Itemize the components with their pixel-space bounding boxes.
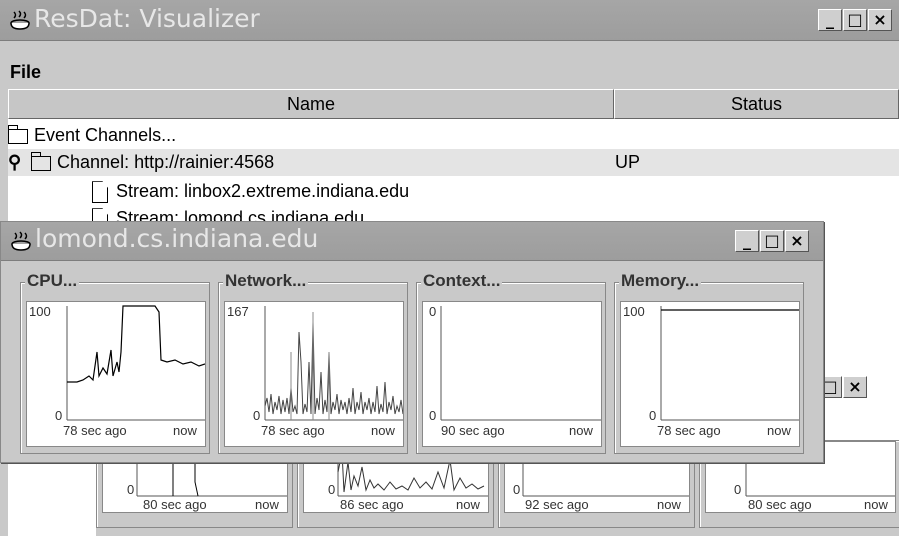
y-min-label: 0 <box>253 408 261 423</box>
context-chart: 0 0 90 sec ago now <box>422 301 602 447</box>
tree-row-stream[interactable]: Stream: linbox2.extreme.indiana.edu <box>8 178 899 205</box>
main-window-title: ResDat: Visualizer <box>34 4 260 33</box>
menu-bar: File <box>0 57 899 89</box>
tree-row-label: Event Channels... <box>34 125 177 145</box>
x-left-label: 90 sec ago <box>441 423 505 438</box>
key-icon: ⚲ <box>8 152 22 172</box>
y-max-label: 0 <box>429 304 437 319</box>
y-min-label: 0 <box>649 408 657 423</box>
x-left-label: 86 sec ago <box>340 497 404 512</box>
stream-monitor-window: lomond.cs.indiana.edu _ □ × CPU... 100 0… <box>0 221 824 463</box>
panel-title: Network... <box>223 271 309 291</box>
x-left-label: 78 sec ago <box>261 423 325 438</box>
y-min-label: 0 <box>127 482 135 497</box>
x-right-label: now <box>767 423 791 438</box>
maximize-button[interactable]: □ <box>760 230 784 252</box>
minimize-button[interactable]: _ <box>818 9 842 31</box>
y-max-label: 100 <box>29 304 51 319</box>
x-left-label: 80 sec ago <box>143 497 207 512</box>
close-button[interactable]: × <box>843 376 867 398</box>
tree-row-event-channels[interactable]: Event Channels... <box>7 122 899 149</box>
close-button[interactable]: × <box>785 230 809 252</box>
close-button[interactable]: × <box>868 9 892 31</box>
y-min-label: 0 <box>513 482 521 497</box>
memory-chart: 100 0 78 sec ago now <box>620 301 800 447</box>
main-title-bar[interactable]: ResDat: Visualizer _ □ × <box>0 0 899 41</box>
cpu-chart: 100 0 78 sec ago now <box>26 301 206 447</box>
y-min-label: 0 <box>429 408 437 423</box>
x-right-label: now <box>255 497 279 512</box>
tree-row-channel[interactable]: ⚲ Channel: http://rainier:4568 UP <box>8 149 899 176</box>
folder-icon <box>30 151 52 171</box>
java-cup-icon <box>10 10 30 30</box>
menu-file[interactable]: File <box>10 62 41 83</box>
x-left-label: 78 sec ago <box>63 423 127 438</box>
minimize-button[interactable]: _ <box>735 230 759 252</box>
folder-icon <box>7 124 28 144</box>
x-right-label: now <box>456 497 480 512</box>
maximize-button[interactable]: □ <box>843 9 867 31</box>
x-right-label: now <box>569 423 593 438</box>
status-value: UP <box>615 152 641 172</box>
column-header-status[interactable]: Status <box>614 89 899 119</box>
memory-panel: Memory... 100 0 78 sec ago now <box>614 271 804 454</box>
x-left-label: 78 sec ago <box>657 423 721 438</box>
tree-row-label: Channel: http://rainier:4568 <box>57 152 275 172</box>
popup-title-bar[interactable]: lomond.cs.indiana.edu _ □ × <box>1 222 823 261</box>
y-max-label: 100 <box>623 304 645 319</box>
x-right-label: now <box>657 497 681 512</box>
tree-row-label: Stream: linbox2.extreme.indiana.edu <box>116 181 410 201</box>
panel-title: CPU... <box>25 271 80 291</box>
y-min-label: 0 <box>734 482 742 497</box>
column-header-name[interactable]: Name <box>8 89 614 119</box>
context-panel: Context... 0 0 90 sec ago now <box>416 271 606 454</box>
panel-title: Context... <box>421 271 503 291</box>
y-min-label: 0 <box>328 482 336 497</box>
network-panel: Network... 167 0 78 sec ago now <box>218 271 408 454</box>
x-left-label: 80 sec ago <box>748 497 812 512</box>
network-chart: 167 0 78 sec ago now <box>224 301 404 447</box>
y-min-label: 0 <box>55 408 63 423</box>
panel-title: Memory... <box>619 271 702 291</box>
y-max-label: 167 <box>227 304 249 319</box>
popup-window-title: lomond.cs.indiana.edu <box>35 224 319 253</box>
document-icon <box>92 181 108 204</box>
x-right-label: now <box>371 423 395 438</box>
cpu-panel: CPU... 100 0 78 sec ago now <box>20 271 210 454</box>
x-right-label: now <box>864 497 888 512</box>
x-right-label: now <box>173 423 197 438</box>
java-cup-icon <box>11 231 31 251</box>
x-left-label: 92 sec ago <box>525 497 589 512</box>
